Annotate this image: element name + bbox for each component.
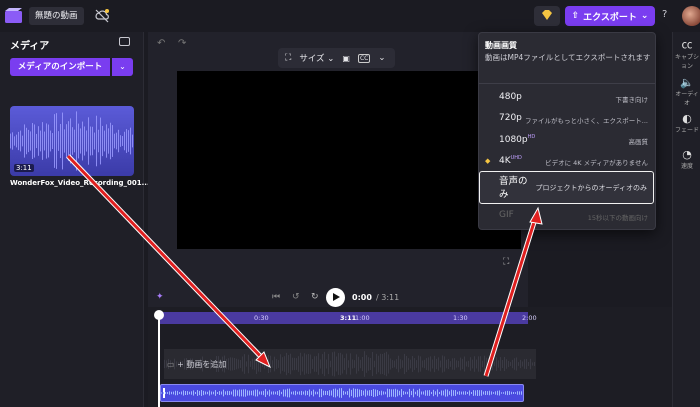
help-icon[interactable]: ? [662, 9, 667, 20]
media-panel [0, 32, 144, 407]
add-video-text: + 動画を追加 [177, 360, 227, 369]
rail-audio[interactable]: 🔈 オーディオ [674, 76, 700, 107]
project-name[interactable]: 無題の動画 [29, 7, 84, 25]
ruler-tick: 0:30 [254, 314, 269, 322]
rail-label: フェード [674, 127, 699, 134]
rail-label: 速度 [680, 163, 693, 170]
hd-badge: HD [527, 134, 536, 140]
diamond-icon [542, 10, 552, 20]
crop-icon[interactable]: ▣ [342, 54, 350, 63]
ruler-tick: 2:00 [522, 314, 537, 322]
premium-button[interactable] [534, 6, 560, 26]
avatar[interactable] [682, 6, 700, 26]
menu-description: 動画はMP4ファイルとしてエクスポートされます [485, 53, 651, 62]
upload-icon: ⇧ [571, 11, 580, 21]
chevron-down-icon[interactable]: ⌄ [378, 53, 385, 63]
audio-clip[interactable] [160, 384, 524, 402]
option-sub: ビデオに 4K メディアがありません [545, 159, 648, 167]
size-label: サイズ [299, 54, 325, 64]
play-button[interactable] [326, 288, 345, 307]
option-sub: プロジェクトからのオーディオのみ [535, 184, 647, 192]
playhead[interactable] [158, 313, 160, 407]
redo-icon[interactable]: ↷ [178, 38, 186, 49]
option-label: 480p [499, 92, 522, 102]
clipchamp-logo[interactable] [5, 8, 22, 23]
import-dropdown-chevron-icon[interactable]: ⌄ [112, 58, 133, 76]
ruler-tick: 1:00 [355, 314, 370, 322]
option-label: 1080pHD [499, 134, 535, 145]
ruler-tick: 1:30 [453, 314, 468, 322]
option-label: 音声のみ [499, 176, 528, 200]
option-sub: 下書き向け [615, 96, 649, 104]
option-audio-only[interactable]: 音声のみ プロジェクトからのオーディオのみ [479, 171, 654, 204]
total-time: / 3:11 [376, 293, 400, 302]
forward-5s-icon[interactable]: ↻ [311, 292, 319, 302]
option-sub: 高画質 [628, 138, 649, 146]
rail-fade[interactable]: ◐ フェード [674, 112, 700, 134]
fullscreen-icon[interactable]: ⛶ [503, 257, 509, 267]
menu-heading: 動画画質 [485, 41, 517, 50]
size-dropdown[interactable]: サイズ ⌄ [299, 52, 334, 64]
option-label: 720p [499, 113, 522, 123]
premium-diamond-icon: ◆ [485, 157, 491, 165]
resize-icon[interactable]: ⛶ [285, 53, 291, 63]
option-sub: ファイルがもっと小さく、エクスポート... [524, 117, 648, 125]
import-media-button[interactable]: メディアのインポート [10, 58, 110, 76]
chevron-down-icon: ⌄ [640, 11, 649, 21]
captions-cc-icon[interactable]: CC [357, 53, 371, 63]
file-name-text: WonderFox_Video_Recording_001... [10, 179, 150, 187]
menu-divider [479, 83, 655, 84]
rail-captions[interactable]: ㏄ キャプション [674, 36, 700, 70]
skip-to-start-icon[interactable]: ⏮ [272, 292, 280, 302]
option-1080p[interactable]: 1080pHD 高画質 [480, 130, 654, 151]
audio-waveform [161, 388, 522, 398]
video-preview-canvas[interactable] [177, 71, 521, 249]
option-480p[interactable]: 480p 下書き向け [480, 88, 654, 109]
speedometer-icon: ◔ [682, 148, 692, 161]
fade-icon: ◐ [682, 112, 692, 125]
sparkle-icon[interactable]: ✦ [156, 292, 164, 302]
undo-icon[interactable]: ↶ [157, 38, 165, 49]
option-label: GIF [499, 210, 514, 220]
media-file-name: WonderFox_Video_Recording_001... [10, 179, 161, 187]
cloud-off-icon[interactable] [94, 8, 110, 24]
add-video-label[interactable]: ▭ + 動画を追加 [167, 359, 226, 370]
rail-speed[interactable]: ◔ 速度 [674, 148, 700, 170]
ruler-tick: 3:11 [340, 314, 357, 322]
collapse-panel-icon[interactable] [119, 37, 130, 46]
option-label-text: 1080p [499, 135, 528, 145]
export-button[interactable]: ⇧ エクスポート ⌄ [565, 6, 655, 26]
media-panel-title: メディア [10, 41, 50, 52]
export-label: エクスポート [583, 12, 637, 23]
option-720p[interactable]: 720p ファイルがもっと小さく、エクスポート... [480, 109, 654, 130]
thumbnail-duration: 3:11 [14, 164, 34, 172]
rail-label: オーディオ [675, 91, 699, 107]
preview-toolbar: ⛶ サイズ ⌄ ▣ CC ⌄ [278, 48, 395, 68]
uhd-badge: UHD [510, 155, 522, 161]
rewind-5s-icon[interactable]: ↺ [292, 292, 300, 302]
option-label: 4KUHD [499, 155, 522, 166]
captions-icon: ㏄ [681, 38, 693, 51]
option-4k[interactable]: 4KUHD ビデオに 4K メディアがありません [480, 151, 654, 172]
option-sub: 15秒以下の動画向け [587, 214, 648, 222]
option-label-text: 4K [499, 156, 511, 166]
current-time: 0:00 [352, 293, 372, 302]
playhead-handle[interactable] [154, 310, 164, 320]
option-gif[interactable]: GIF 15秒以下の動画向け [480, 206, 654, 227]
rail-label: キャプション [674, 54, 699, 70]
film-icon: ▭ [167, 360, 178, 369]
speaker-icon: 🔈 [680, 76, 694, 89]
